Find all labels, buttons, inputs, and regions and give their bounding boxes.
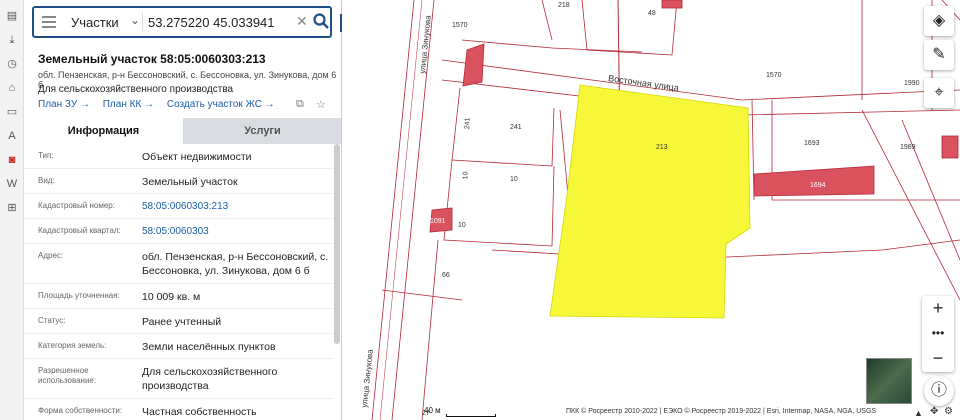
attr-label: Площадь уточненная:: [38, 291, 120, 300]
parcel-label: 66: [442, 272, 450, 279]
plus-square-icon[interactable]: ⊞: [4, 200, 20, 216]
panel-scrollbar[interactable]: [334, 144, 340, 344]
star-icon[interactable]: ☆: [316, 98, 326, 111]
history-icon[interactable]: ◷: [4, 56, 20, 72]
attr-row: Тип: Объект недвижимости: [24, 144, 334, 169]
plan-kk-link[interactable]: План КК →: [103, 99, 154, 110]
attr-value: Ранее учтенный: [142, 316, 222, 328]
building-label: 1694: [810, 182, 826, 189]
map-view[interactable]: 218 48 1570 1570 1990 241 241 213 1693 1…: [342, 0, 960, 420]
parcel-label: 1570: [766, 72, 782, 79]
parcel-label: 10: [510, 176, 518, 183]
attr-label: Вид:: [38, 176, 55, 185]
search-divider: [142, 12, 143, 32]
zoom-in-button[interactable]: +: [922, 296, 954, 321]
parcel-label: 241: [464, 117, 472, 130]
attr-value: Объект недвижимости: [142, 151, 252, 163]
parcel-title: Земельный участок 58:05:0060303:213: [38, 52, 266, 66]
attr-label: Кадастровый квартал:: [38, 226, 121, 235]
search-icon[interactable]: [312, 12, 330, 30]
attr-row: Статус: Ранее учтенный: [24, 309, 334, 334]
scale-bar: [446, 414, 496, 417]
download-icon[interactable]: ⤓: [4, 32, 20, 48]
zoom-out-button[interactable]: −: [922, 346, 954, 371]
parcel-label: 1989: [900, 144, 916, 151]
parcel-label-213: 213: [656, 144, 668, 151]
building-top: [661, 0, 683, 9]
cadastral-number-link[interactable]: 58:05:0060303:213: [142, 200, 332, 214]
parcel-purpose: Для сельскохозяйственного производства: [38, 84, 234, 95]
tab-bar: Информация Услуги: [24, 118, 341, 144]
plan-zu-link[interactable]: План ЗУ →: [38, 99, 90, 110]
attr-label: Тип:: [38, 151, 54, 160]
attr-row: Разрешенное использование: Для сельскохо…: [24, 359, 334, 399]
building-label: 1091: [430, 218, 446, 225]
ruler-icon[interactable]: ✎: [924, 40, 954, 70]
tab-services[interactable]: Услуги: [183, 118, 341, 144]
search-input[interactable]: 53.275220 45.033941: [148, 15, 275, 30]
attr-label: Статус:: [38, 316, 66, 325]
zoom-to-icon[interactable]: ⧉: [296, 98, 304, 111]
attr-row: Вид: Земельный участок: [24, 169, 334, 194]
chevron-down-icon[interactable]: ⌄: [130, 13, 140, 27]
attr-label: Адрес:: [38, 251, 64, 260]
attr-row: Площадь уточненная: 10 009 кв. м: [24, 284, 334, 309]
building-top-right: [941, 135, 959, 159]
parcel-label: 1693: [804, 140, 820, 147]
attr-row: Категория земель: Земли населённых пункт…: [24, 334, 334, 359]
parcel-label: 241: [510, 124, 522, 131]
parcel-label: 218: [558, 2, 570, 9]
selected-parcel-213: [549, 84, 751, 319]
layers-icon[interactable]: ◈: [924, 6, 954, 36]
locate-icon[interactable]: ⌖: [924, 78, 954, 108]
attr-row: Кадастровый квартал: 58:05:0060303: [24, 219, 334, 244]
attr-value: обл. Пензенская, р-н Бессоновский, с. Бе…: [142, 251, 329, 277]
attr-value: Частная собственность: [142, 406, 257, 418]
move-icon[interactable]: ✥: [930, 406, 938, 417]
parcel-label: 10: [458, 222, 466, 229]
attr-row: Адрес: обл. Пензенская, р-н Бессоновский…: [24, 244, 334, 284]
attr-row: Кадастровый номер: 58:05:0060303:213: [24, 194, 334, 219]
wiki-icon[interactable]: W: [4, 176, 20, 192]
zoom-control: + ••• −: [922, 296, 954, 372]
hamburger-icon[interactable]: [42, 16, 56, 28]
parcel-label: 1570: [452, 22, 468, 29]
basemap-switcher[interactable]: [866, 358, 912, 404]
parcel-links: План ЗУ → План КК → Создать участок ЖС →: [38, 99, 285, 110]
tool-rail: ▤ ⤓ ◷ ⌂ ▭ A ◙ W ⊞: [0, 0, 24, 420]
attr-value: 10 009 кв. м: [142, 291, 201, 303]
attr-value: Земли населённых пунктов: [142, 341, 276, 353]
create-parcel-link[interactable]: Создать участок ЖС →: [167, 99, 275, 110]
parcel-label: 10: [462, 171, 470, 180]
settings-icon[interactable]: ⚙: [944, 406, 953, 417]
layers-menu-icon[interactable]: ▤: [4, 8, 20, 24]
map-credits: ПКК © Росреестр 2010-2022 | ЕЭКО © Росре…: [566, 408, 877, 415]
attr-label: Разрешенное использование:: [38, 366, 97, 385]
info-icon[interactable]: ⓘ: [924, 376, 954, 406]
parcel-label: 48: [648, 10, 656, 17]
triangle-icon[interactable]: ▲: [914, 408, 923, 418]
attr-row: Форма собственности: Частная собственнос…: [24, 399, 334, 420]
attr-label: Категория земель:: [38, 341, 107, 350]
scale-label: 40 м: [424, 406, 441, 415]
attr-label: Кадастровый номер:: [38, 201, 115, 210]
more-button[interactable]: •••: [922, 321, 954, 346]
attr-value: Для сельскохозяйственного производства: [142, 366, 278, 392]
map-canvas: [371, 0, 960, 420]
building-top-left: [462, 43, 485, 87]
search-bar: Участки ⌄ 53.275220 45.033941 ✕: [24, 0, 341, 44]
shield-icon[interactable]: ◙: [4, 152, 20, 168]
attr-label: Форма собственности:: [38, 406, 123, 415]
cadastral-quarter-link[interactable]: 58:05:0060303: [142, 225, 332, 239]
info-panel: Участки ⌄ 53.275220 45.033941 ✕ Земельны…: [24, 0, 342, 420]
tab-info[interactable]: Информация: [24, 118, 183, 144]
parcel-label: 1990: [904, 80, 920, 87]
search-box[interactable]: Участки ⌄ 53.275220 45.033941 ✕: [32, 6, 332, 38]
bookmark-icon[interactable]: ⌂: [4, 80, 20, 96]
translate-icon[interactable]: A: [4, 128, 20, 144]
card-icon[interactable]: ▭: [4, 104, 20, 120]
search-type-select[interactable]: Участки: [71, 15, 119, 30]
attr-value: Земельный участок: [142, 176, 238, 188]
clear-icon[interactable]: ✕: [296, 13, 308, 30]
